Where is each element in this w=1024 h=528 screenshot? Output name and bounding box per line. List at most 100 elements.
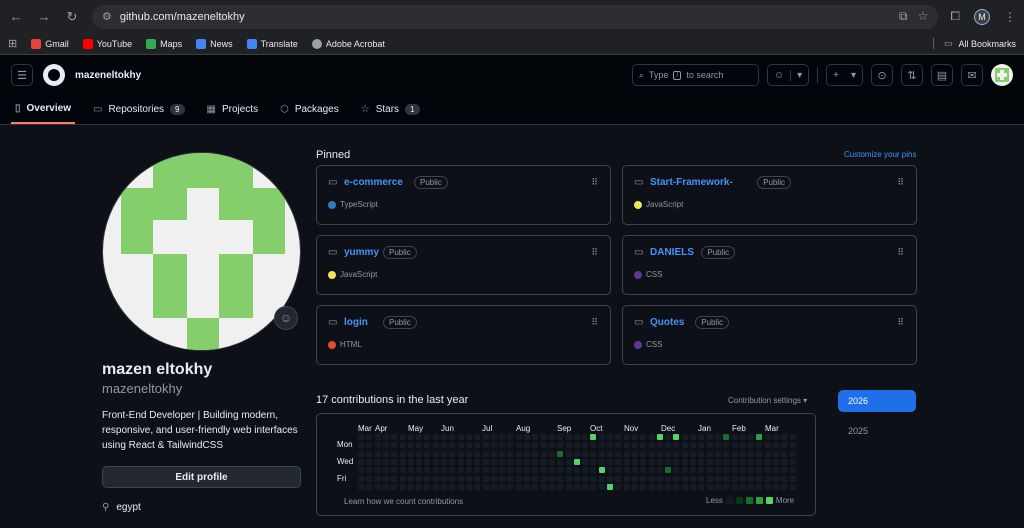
contribution-day[interactable]	[648, 442, 655, 449]
contribution-day[interactable]	[773, 467, 779, 474]
contribution-day[interactable]	[723, 434, 730, 440]
contribution-day[interactable]	[366, 450, 373, 457]
contribution-day[interactable]	[631, 458, 638, 465]
bookmark-translate[interactable]: Translate	[246, 38, 298, 49]
contribution-day[interactable]	[565, 458, 572, 465]
contribution-day[interactable]	[441, 434, 447, 440]
set-status-emoji-icon[interactable]: ☺	[274, 306, 298, 330]
contribution-day[interactable]	[424, 450, 431, 457]
contribution-day[interactable]	[374, 475, 381, 482]
contribution-day[interactable]	[358, 434, 364, 440]
contribution-day[interactable]	[756, 434, 763, 440]
reload-icon[interactable]: ↻	[64, 9, 80, 25]
contribution-day[interactable]	[714, 458, 721, 465]
contribution-day[interactable]	[623, 467, 630, 474]
contribution-day[interactable]	[449, 442, 456, 449]
contribution-day[interactable]	[449, 483, 456, 490]
contribution-day[interactable]	[573, 434, 580, 440]
contribution-day[interactable]	[607, 434, 613, 440]
contribution-day[interactable]	[673, 450, 680, 457]
contribution-day[interactable]	[773, 442, 779, 449]
contribution-day[interactable]	[557, 450, 564, 457]
contribution-day[interactable]	[399, 475, 406, 482]
contribution-day[interactable]	[623, 458, 630, 465]
contribution-day[interactable]	[590, 450, 597, 457]
bookmark-acrobat[interactable]: Adobe Acrobat	[311, 38, 385, 49]
contribution-day[interactable]	[557, 467, 564, 474]
contribution-day[interactable]	[482, 475, 489, 482]
contribution-day[interactable]	[416, 442, 423, 449]
contribution-day[interactable]	[366, 442, 373, 449]
contribution-day[interactable]	[731, 434, 738, 440]
contribution-day[interactable]	[449, 450, 456, 457]
contribution-day[interactable]	[441, 442, 447, 449]
contribution-day[interactable]	[499, 450, 506, 457]
contribution-day[interactable]	[499, 467, 506, 474]
contribution-day[interactable]	[773, 475, 779, 482]
hamburger-menu-icon[interactable]: ☰	[11, 64, 33, 86]
pinned-repo-name[interactable]: e-commerce	[344, 177, 403, 188]
contribution-day[interactable]	[648, 434, 655, 440]
contribution-day[interactable]	[540, 434, 547, 440]
contribution-day[interactable]	[573, 450, 580, 457]
contribution-day[interactable]	[524, 475, 530, 482]
contribution-day[interactable]	[474, 475, 481, 482]
contribution-day[interactable]	[548, 467, 555, 474]
contribution-day[interactable]	[465, 475, 472, 482]
contribution-day[interactable]	[548, 450, 555, 457]
contribution-day[interactable]	[656, 434, 663, 440]
contribution-day[interactable]	[557, 434, 564, 440]
contribution-day[interactable]	[515, 467, 522, 474]
contribution-day[interactable]	[681, 458, 688, 465]
contribution-day[interactable]	[382, 458, 389, 465]
search-input[interactable]: ⌕ Type / to search	[631, 64, 759, 86]
contribution-day[interactable]	[490, 442, 497, 449]
contribution-day[interactable]	[540, 442, 547, 449]
contribution-day[interactable]	[391, 475, 398, 482]
contribution-day[interactable]	[573, 442, 580, 449]
contribution-day[interactable]	[399, 450, 406, 457]
contribution-day[interactable]	[590, 475, 597, 482]
contribution-day[interactable]	[698, 458, 705, 465]
contribution-day[interactable]	[706, 475, 713, 482]
contribution-day[interactable]	[490, 458, 497, 465]
contribution-day[interactable]	[582, 483, 589, 490]
contribution-day[interactable]	[698, 467, 705, 474]
all-bookmarks[interactable]: ▭ All Bookmarks	[932, 38, 1016, 49]
contribution-day[interactable]	[640, 483, 647, 490]
contribution-day[interactable]	[366, 475, 373, 482]
contribution-day[interactable]	[565, 483, 572, 490]
contribution-day[interactable]	[499, 475, 506, 482]
copilot-button[interactable]: ☺ ▾	[766, 64, 810, 86]
drag-handle-icon[interactable]: ⠿	[897, 247, 904, 258]
contribution-day[interactable]	[358, 483, 364, 490]
contribution-day[interactable]	[681, 434, 688, 440]
contribution-day[interactable]	[374, 450, 381, 457]
contribution-day[interactable]	[756, 458, 763, 465]
customize-pins-link[interactable]: Customize your pins	[844, 150, 916, 159]
contribution-day[interactable]	[665, 475, 672, 482]
contribution-day[interactable]	[565, 467, 572, 474]
contribution-day[interactable]	[781, 450, 788, 457]
contribution-day[interactable]	[665, 442, 672, 449]
contribution-day[interactable]	[507, 434, 514, 440]
contribution-day[interactable]	[623, 450, 630, 457]
contribution-day[interactable]	[507, 450, 514, 457]
contribution-day[interactable]	[615, 458, 622, 465]
drag-handle-icon[interactable]: ⠿	[591, 247, 598, 258]
contribution-day[interactable]	[358, 475, 364, 482]
contribution-day[interactable]	[457, 458, 464, 465]
contribution-day[interactable]	[391, 450, 398, 457]
contribution-day[interactable]	[690, 458, 696, 465]
contribution-day[interactable]	[465, 450, 472, 457]
contribution-day[interactable]	[681, 467, 688, 474]
contribution-day[interactable]	[582, 467, 589, 474]
address-bar[interactable]: ⚙ github.com/mazeneltokhy ⧉ ☆	[92, 4, 939, 29]
bookmark-star-icon[interactable]: ☆	[918, 9, 929, 24]
contribution-day[interactable]	[540, 475, 547, 482]
contribution-day[interactable]	[590, 434, 597, 440]
contribution-day[interactable]	[557, 442, 564, 449]
contribution-day[interactable]	[773, 458, 779, 465]
contribution-day[interactable]	[532, 434, 539, 440]
contribution-day[interactable]	[407, 483, 414, 490]
